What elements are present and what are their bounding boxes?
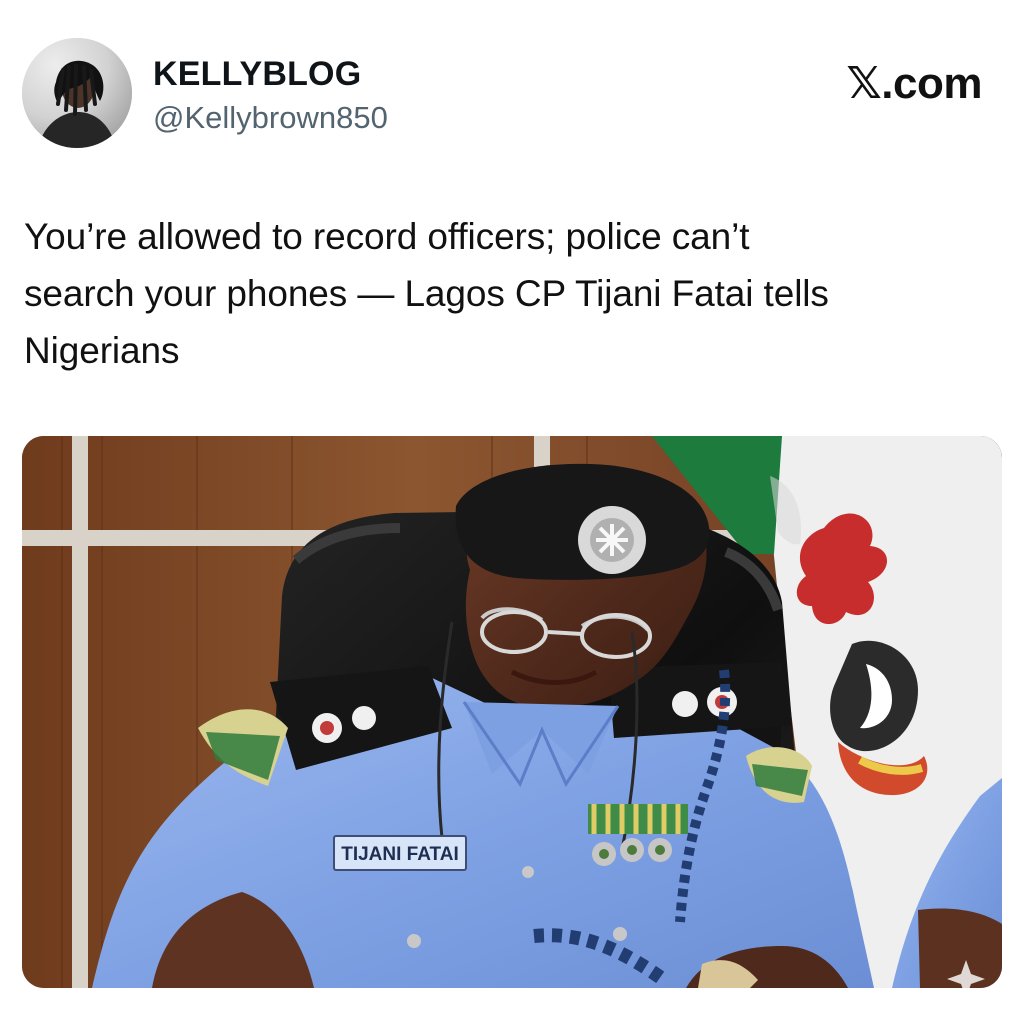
avatar-image bbox=[22, 38, 132, 148]
post-image: TIJANI FATAI bbox=[22, 436, 1002, 988]
tweet-header: KELLYBLOG @Kellybrown850 𝕏.com bbox=[22, 38, 1002, 150]
name-tag: TIJANI FATAI bbox=[341, 844, 459, 865]
platform-label: 𝕏.com bbox=[846, 59, 982, 108]
post-media[interactable]: TIJANI FATAI bbox=[22, 436, 1002, 988]
author-display-name[interactable]: KELLYBLOG bbox=[153, 55, 388, 93]
author-info: KELLYBLOG @Kellybrown850 bbox=[153, 55, 388, 136]
author-handle[interactable]: @Kellybrown850 bbox=[153, 100, 388, 136]
post-text: You’re allowed to record officers; polic… bbox=[24, 216, 829, 371]
tweet-card: KELLYBLOG @Kellybrown850 𝕏.com You’re al… bbox=[0, 0, 1024, 1030]
author-avatar[interactable] bbox=[22, 38, 132, 148]
